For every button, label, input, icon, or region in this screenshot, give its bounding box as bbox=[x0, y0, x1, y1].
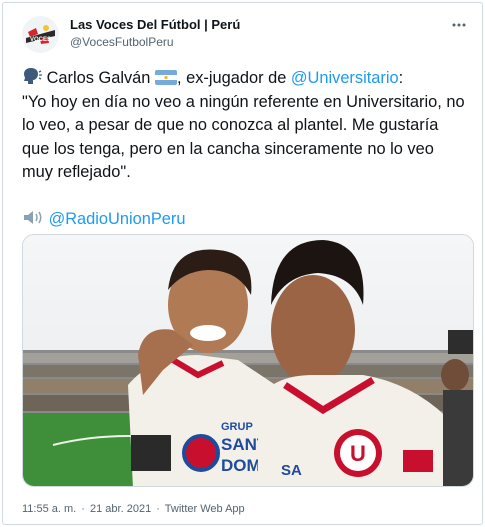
account-handle[interactable]: @VocesFutbolPeru bbox=[70, 35, 174, 49]
more-options-button[interactable] bbox=[452, 15, 466, 31]
argentina-flag-icon bbox=[154, 70, 177, 85]
tweet-time[interactable]: 11:55 a. m. bbox=[22, 503, 76, 515]
sponsor-line-3: DOM bbox=[221, 456, 261, 475]
account-avatar[interactable]: VOCES bbox=[22, 16, 59, 53]
tweet-text-mid: , ex-jugador de bbox=[176, 69, 291, 87]
tweet-source-app[interactable]: Twitter Web App bbox=[165, 503, 245, 515]
speaker-icon bbox=[24, 211, 42, 224]
speaking-head-icon bbox=[24, 68, 42, 84]
sponsor-line-1: GRUP bbox=[221, 421, 253, 433]
player-name: Carlos Galván bbox=[46, 69, 151, 87]
tweet-text: Carlos Galván , ex-jugador de @Universit… bbox=[22, 67, 467, 232]
separator-dot: · bbox=[81, 503, 85, 515]
separator-dot-2: · bbox=[156, 503, 160, 515]
account-name[interactable]: Las Voces Del Fútbol | Perú bbox=[70, 17, 240, 32]
avatar-logo-text: VOCES bbox=[30, 37, 51, 43]
right-sponsor-text: SA bbox=[281, 462, 302, 479]
tweet-colon: : bbox=[398, 69, 404, 87]
tweet-metadata: 11:55 a. m. · 21 abr. 2021 · Twitter Web… bbox=[22, 503, 247, 515]
club-badge-letter: U bbox=[350, 441, 366, 466]
mention-radiounion[interactable]: @RadioUnionPeru bbox=[49, 210, 186, 228]
tweet-date[interactable]: 21 abr. 2021 bbox=[90, 503, 151, 515]
tweet-quote: "Yo hoy en día no veo a ningún referente… bbox=[22, 92, 465, 182]
tweet-media-photo[interactable]: GRUP SANT DOM U SA bbox=[22, 234, 474, 487]
mention-universitario[interactable]: @Universitario bbox=[291, 69, 399, 87]
tweet-card: VOCES Las Voces Del Fútbol | Perú @Voces… bbox=[2, 2, 483, 525]
more-horizontal-icon bbox=[452, 23, 466, 27]
